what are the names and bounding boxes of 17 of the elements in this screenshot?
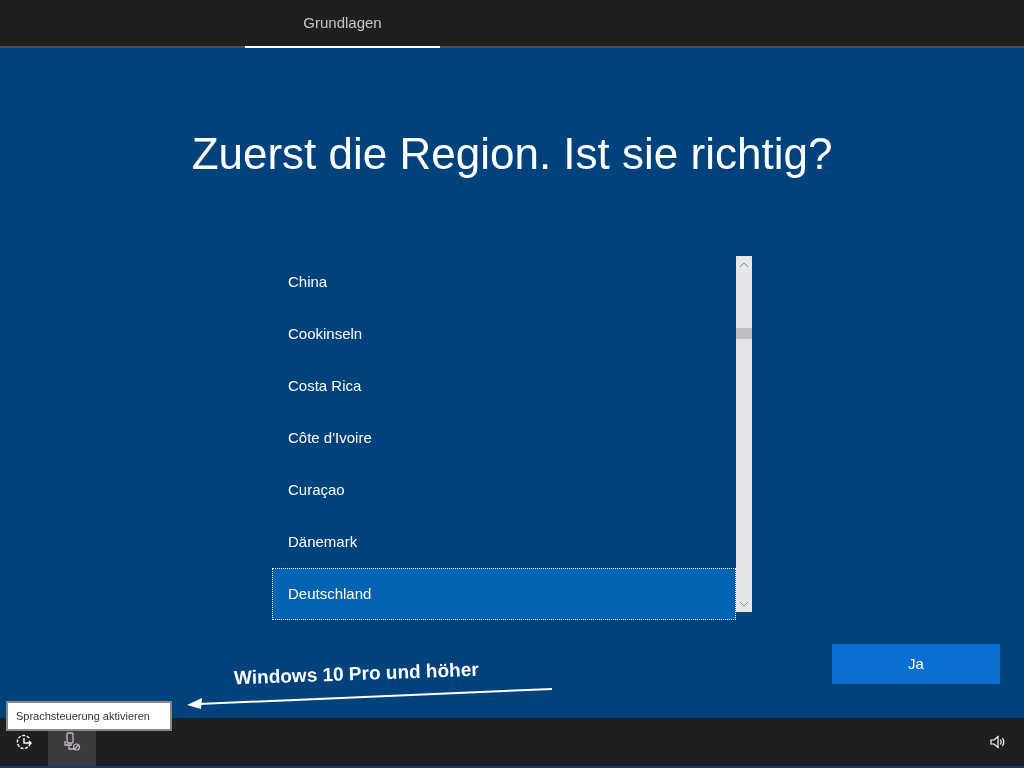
region-list-item[interactable]: Dänemark — [272, 516, 736, 568]
region-list-item[interactable]: Costa Rica — [272, 360, 736, 412]
accessibility-icon — [15, 733, 33, 751]
scroll-thumb[interactable] — [736, 328, 752, 339]
speaker-icon — [990, 735, 1006, 749]
confirm-button[interactable]: Ja — [832, 644, 1000, 684]
scrollbar[interactable] — [736, 256, 752, 612]
region-list-item[interactable]: Curaçao — [272, 464, 736, 516]
tooltip: Sprachsteuerung aktivieren — [6, 701, 172, 731]
page-heading: Zuerst die Region. Ist sie richtig? — [191, 128, 833, 180]
microphone-icon — [63, 732, 81, 752]
setup-tab[interactable]: Grundlagen — [245, 0, 440, 48]
region-list-item[interactable]: Deutschland — [272, 568, 736, 620]
region-list-item[interactable]: China — [272, 256, 736, 308]
region-list-item[interactable]: Cookinseln — [272, 308, 736, 360]
region-list-item[interactable]: Côte d'Ivoire — [272, 412, 736, 464]
annotation-text: Windows 10 Pro und höher — [233, 659, 479, 689]
